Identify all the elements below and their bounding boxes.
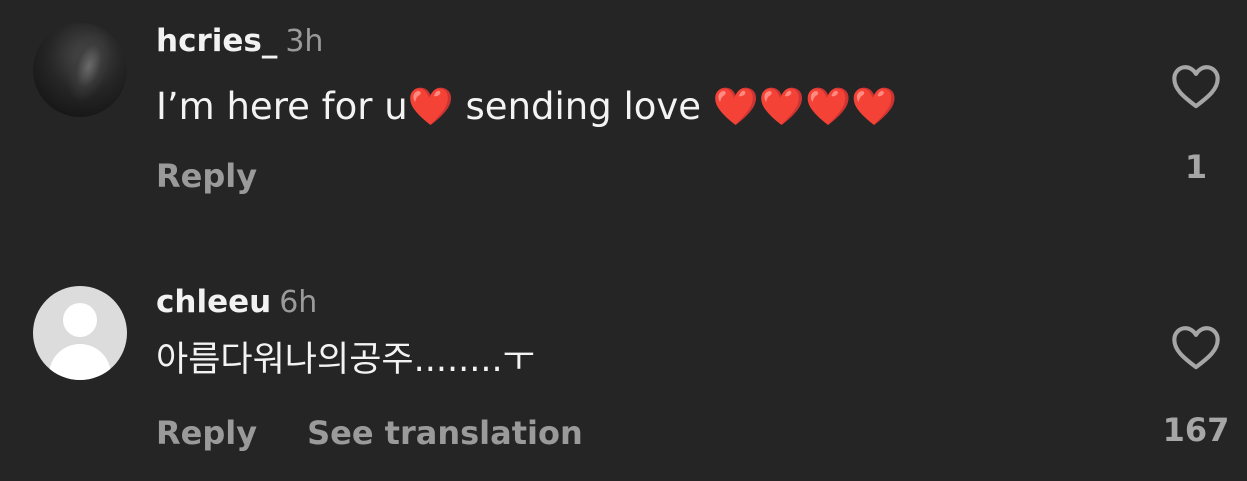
avatar[interactable]: [33, 286, 127, 380]
like-count: 1: [1184, 148, 1208, 186]
comment-item: chleeu 6h 아름다워나의공주........ㅜ Reply See tran…: [0, 260, 1247, 481]
like-control: 167: [1160, 323, 1232, 449]
see-translation-button[interactable]: See translation: [307, 413, 583, 453]
default-avatar-body: [49, 344, 111, 380]
like-count: 167: [1162, 411, 1230, 449]
username[interactable]: hcries_: [156, 23, 277, 59]
default-avatar-icon: [63, 303, 97, 337]
comment-meta: hcries_ 3h: [156, 23, 323, 59]
comment-text: 아름다워나의공주........ㅜ: [156, 340, 535, 380]
heart-outline-icon[interactable]: [1170, 323, 1222, 371]
timestamp: 3h: [285, 24, 324, 59]
like-control: 1: [1160, 62, 1232, 186]
comment-actions: Reply See translation: [156, 413, 583, 453]
heart-outline-icon[interactable]: [1170, 62, 1222, 110]
avatar-photo: [61, 27, 117, 105]
timestamp: 6h: [279, 285, 318, 320]
comments-list: hcries_ 3h I’m here for u❤️ sending love …: [0, 0, 1247, 481]
comment-item: hcries_ 3h I’m here for u❤️ sending love …: [0, 0, 1247, 240]
reply-button[interactable]: Reply: [156, 413, 257, 453]
username[interactable]: chleeu: [156, 284, 271, 320]
comment-meta: chleeu 6h: [156, 284, 317, 320]
comment-actions: Reply: [156, 156, 257, 196]
avatar[interactable]: [33, 23, 127, 117]
reply-button[interactable]: Reply: [156, 156, 257, 196]
comment-text: I’m here for u❤️ sending love ❤️❤️❤️❤️: [156, 85, 898, 128]
